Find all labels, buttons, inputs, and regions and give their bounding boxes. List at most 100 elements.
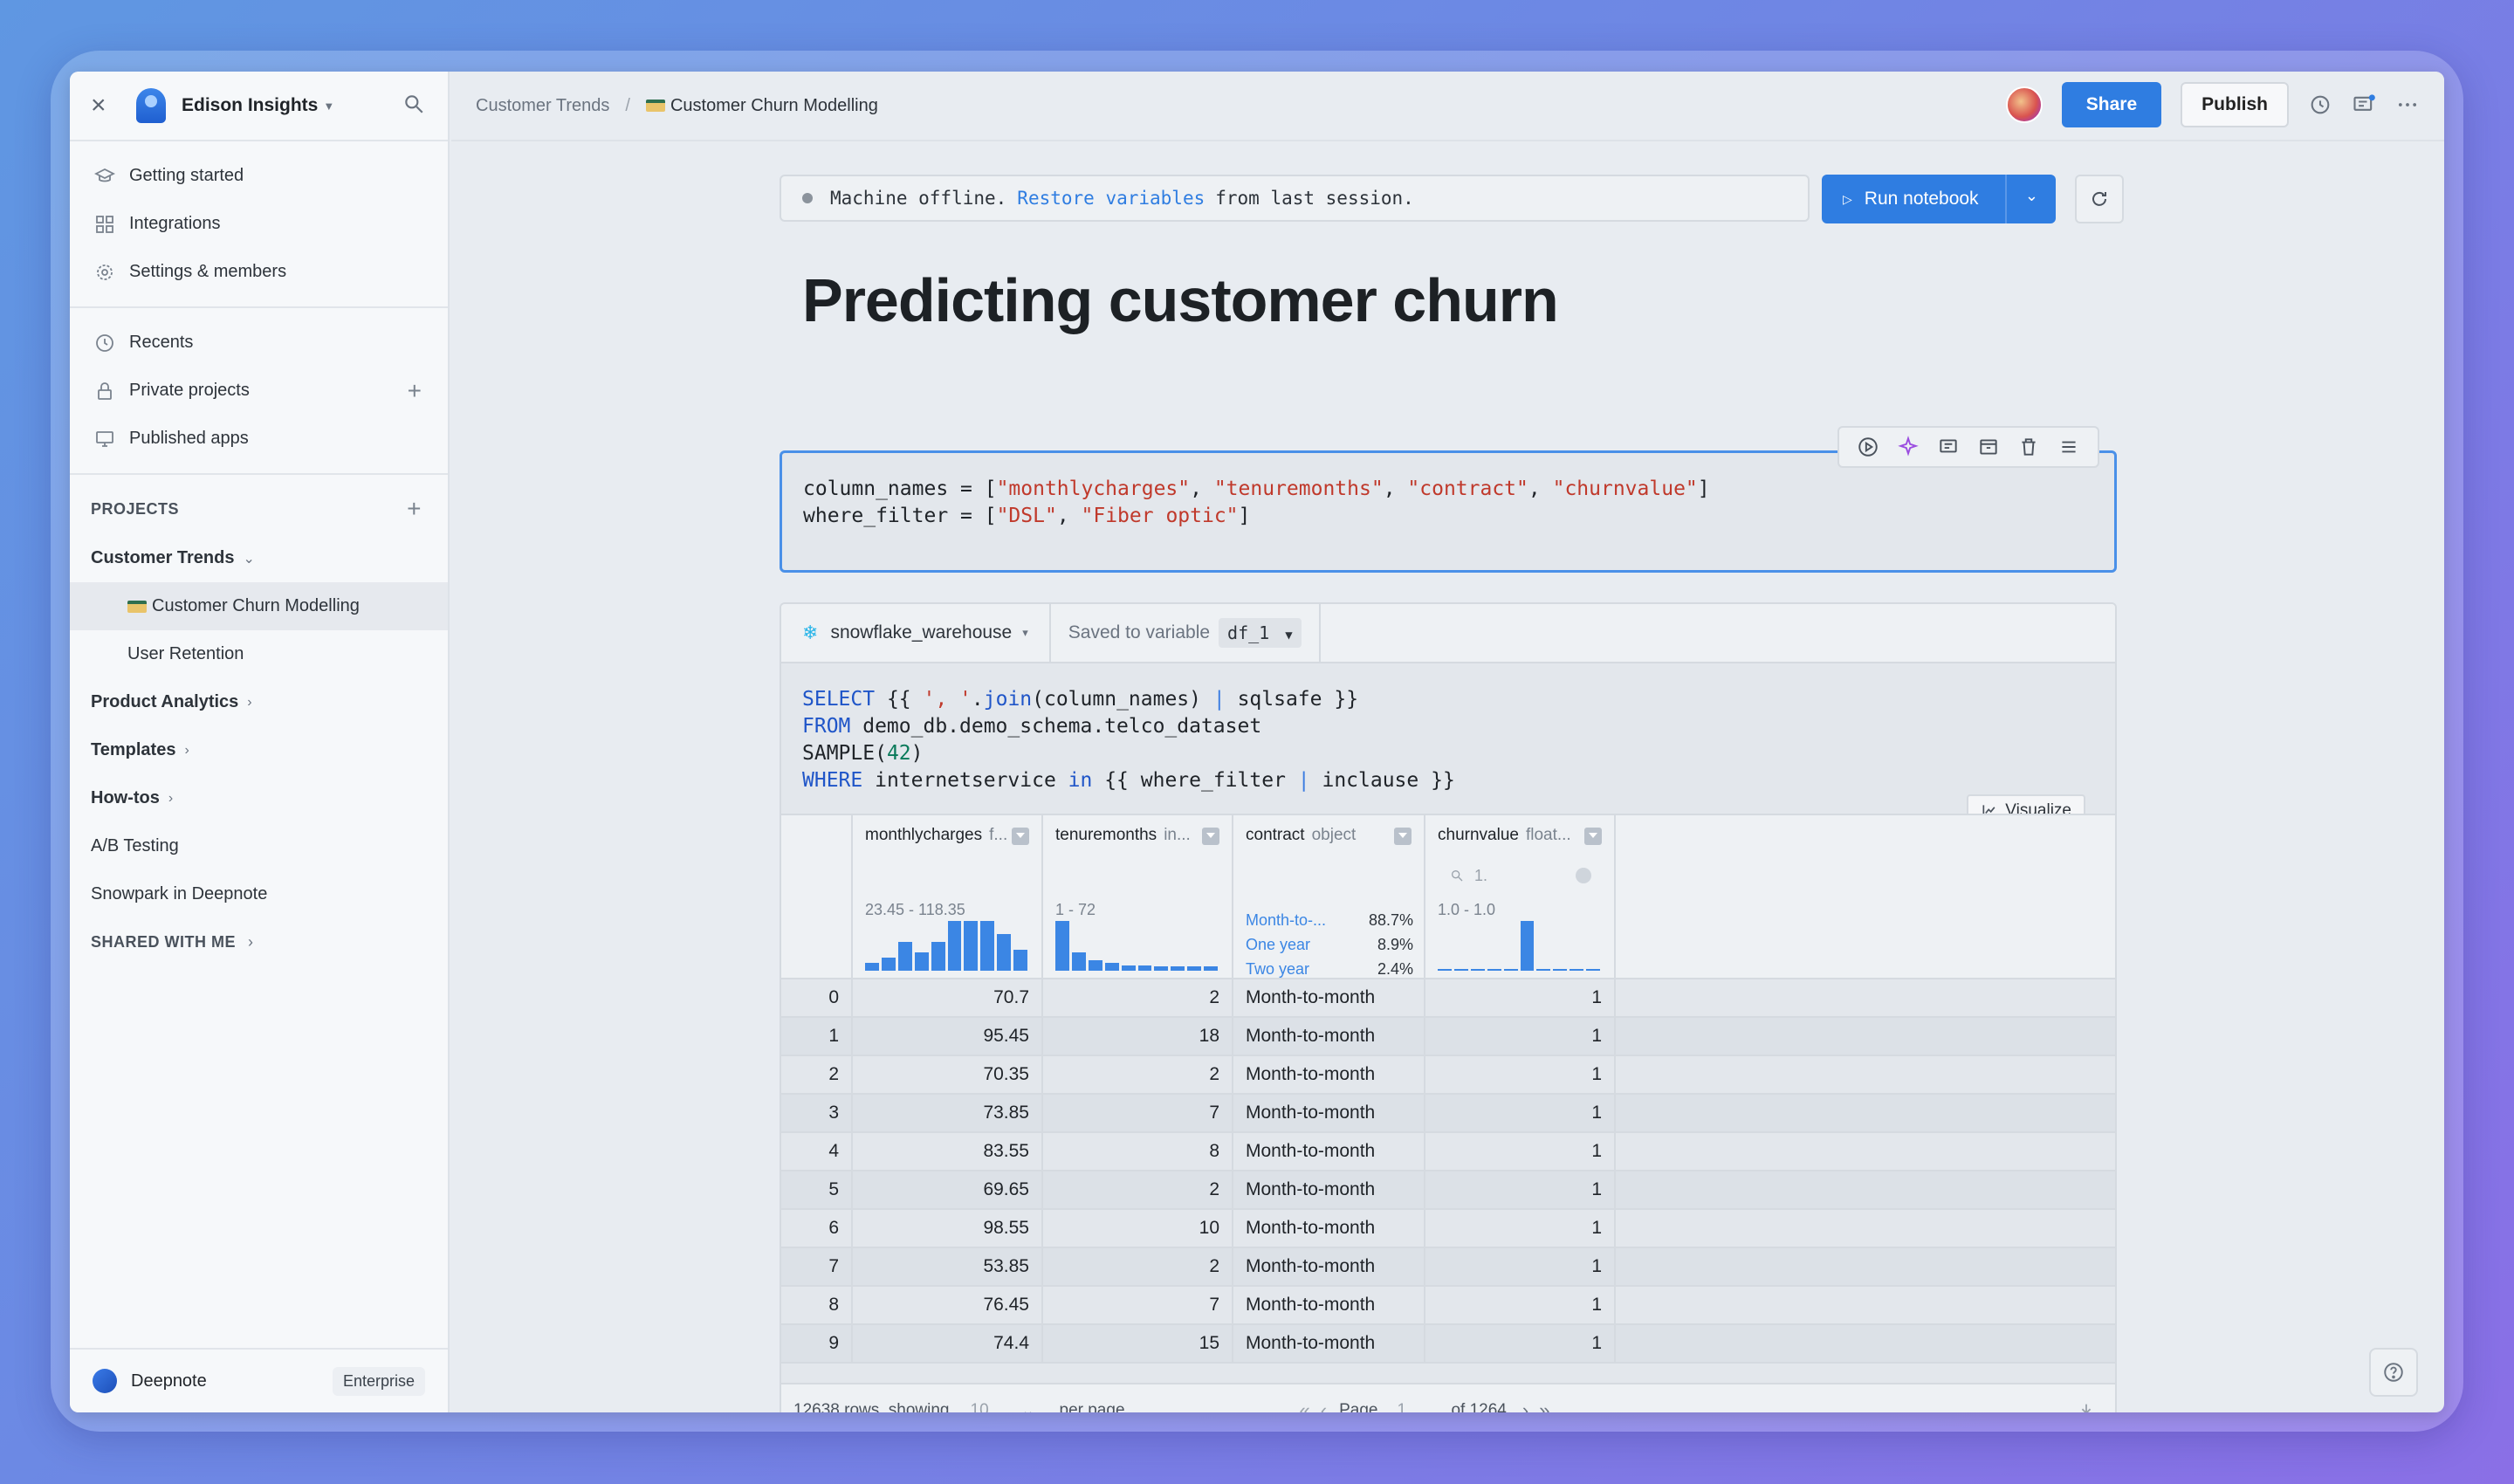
column-menu-icon[interactable] (1394, 828, 1412, 845)
column-header-tenuremonths[interactable]: tenuremonths in... 1 - 72 (1043, 815, 1233, 978)
sql-keyword: FROM (802, 715, 851, 738)
workspace-name[interactable]: Edison Insights (182, 95, 318, 116)
chevron-right-icon[interactable]: › (247, 695, 251, 711)
next-page-icon[interactable]: › (1522, 1399, 1528, 1412)
prev-page-icon[interactable]: ‹ (1321, 1399, 1327, 1412)
notebook-label: User Retention (127, 644, 244, 663)
chevron-down-icon[interactable]: ⌄ (2025, 187, 2038, 205)
column-header-monthlycharges[interactable]: monthlycharges f... 23.45 - 118.35 (853, 815, 1043, 978)
breadcrumb-parent[interactable]: Customer Trends (476, 96, 609, 116)
table-row[interactable]: 5 69.65 2 Month-to-month 1 (781, 1171, 2115, 1210)
sidebar-item-integrations[interactable]: Integrations (70, 200, 448, 248)
warehouse-selector[interactable]: ❄ snowflake_warehouse ▾ (781, 604, 1051, 662)
saved-variable-label: Saved to variable (1068, 622, 1211, 642)
sidebar-item-recents[interactable]: Recents (70, 319, 448, 367)
code-text: ] (1697, 477, 1710, 500)
shared-with-me[interactable]: SHARED WITH ME › (70, 918, 448, 966)
sidebar-item-settings[interactable]: Settings & members (70, 248, 448, 296)
table-row[interactable]: 9 74.4 15 Month-to-month 1 (781, 1325, 2115, 1364)
last-page-icon[interactable]: » (1539, 1399, 1549, 1412)
project-customer-trends[interactable]: Customer Trends ⌄ (70, 534, 448, 582)
column-filter-input[interactable]: 1. (1438, 861, 1604, 890)
download-icon[interactable] (2077, 1401, 2096, 1412)
chevron-right-icon[interactable]: › (168, 791, 173, 807)
ai-sparkle-icon[interactable] (1897, 436, 1920, 458)
table-row[interactable]: 3 73.85 7 Month-to-month 1 (781, 1095, 2115, 1133)
histogram-bar (997, 934, 1012, 971)
notebook-title[interactable]: Predicting customer churn (802, 265, 1559, 335)
column-title: contract (1246, 826, 1305, 844)
sql-pipe: | (1212, 688, 1226, 711)
code-string: "Fiber optic" (1081, 505, 1239, 527)
sidebar-item-published-apps[interactable]: Published apps (70, 415, 448, 463)
project-how-tos[interactable]: How-tos › (70, 774, 448, 822)
clear-filter-icon[interactable] (1576, 868, 1591, 883)
run-notebook-button[interactable]: ▷ Run notebook ⌄ (1822, 175, 2056, 223)
add-private-project-icon[interactable]: + (408, 377, 422, 405)
chevron-right-icon[interactable]: › (248, 933, 254, 952)
row-index: 2 (781, 1056, 853, 1093)
restore-variables-link[interactable]: Restore variables (1017, 188, 1205, 209)
search-icon[interactable] (402, 93, 425, 115)
comments-icon[interactable] (2352, 93, 2376, 117)
caret-down-icon[interactable]: ▼ (323, 100, 334, 113)
table-pager: 12638 rows, showing 10 ⌄ per page « ‹ Pag… (781, 1383, 2115, 1413)
column-menu-icon[interactable] (1202, 828, 1219, 845)
column-menu-icon[interactable] (1012, 828, 1029, 845)
sql-function: join (983, 688, 1033, 711)
table-row[interactable]: 4 83.55 8 Month-to-month 1 (781, 1133, 2115, 1171)
share-button[interactable]: Share (2061, 82, 2162, 127)
topbar: Customer Trends / Customer Churn Modelli… (451, 72, 2444, 141)
table-row[interactable]: 8 76.45 7 Month-to-month 1 (781, 1287, 2115, 1325)
project-templates[interactable]: Templates › (70, 726, 448, 774)
project-snowpark[interactable]: Snowpark in Deepnote (70, 870, 448, 918)
column-header-churnvalue[interactable]: churnvalue float... 1. 1.0 - 1.0 (1425, 815, 1616, 978)
code-string: "contract" (1407, 477, 1528, 500)
column-menu-icon[interactable] (1584, 828, 1602, 845)
plan-badge[interactable]: Enterprise (332, 1366, 425, 1396)
sql-editor[interactable]: SELECT {{ ', '.join(column_names) | sqls… (781, 663, 2115, 814)
app-window: × Edison Insights ▼ Getting started Inte… (70, 72, 2444, 1412)
sql-cell[interactable]: ❄ snowflake_warehouse ▾ Saved to variabl… (780, 602, 2117, 1412)
avatar[interactable] (2005, 86, 2043, 123)
table-header: monthlycharges f... 23.45 - 118.35 tenure… (781, 814, 2115, 979)
per-page-label: per page (1059, 1401, 1125, 1412)
chevron-right-icon[interactable]: › (184, 743, 189, 759)
refresh-button[interactable] (2075, 175, 2124, 223)
app-layout-icon[interactable] (1977, 436, 2000, 458)
comment-icon[interactable] (1937, 436, 1960, 458)
first-page-icon[interactable]: « (1300, 1399, 1310, 1412)
notebook-user-retention[interactable]: User Retention (70, 630, 448, 678)
column-header-contract[interactable]: contract object Month-to-... 88.7% One yea… (1233, 815, 1425, 978)
project-product-analytics[interactable]: Product Analytics › (70, 678, 448, 726)
close-icon[interactable]: × (91, 91, 117, 120)
table-row[interactable]: 1 95.45 18 Month-to-month 1 (781, 1018, 2115, 1056)
notebook-customer-churn-modelling[interactable]: Customer Churn Modelling (70, 582, 448, 630)
chevron-down-icon: ⌄ (1020, 1401, 1035, 1413)
chevron-down-icon[interactable]: ⌄ (243, 550, 254, 567)
variable-name-input[interactable]: df_1 ▼ (1219, 618, 1302, 648)
more-icon[interactable] (2395, 93, 2420, 117)
project-label: A/B Testing (91, 836, 179, 855)
publish-button[interactable]: Publish (2181, 82, 2289, 127)
help-button[interactable] (2369, 1348, 2418, 1397)
sidebar-item-private-projects[interactable]: Private projects + (70, 367, 448, 415)
per-page-select[interactable]: 10 ⌄ (971, 1401, 1035, 1413)
table-row[interactable]: 7 53.85 2 Month-to-month 1 (781, 1248, 2115, 1287)
run-cell-icon[interactable] (1857, 436, 1879, 458)
table-row[interactable]: 0 70.7 2 Month-to-month 1 (781, 979, 2115, 1018)
table-row[interactable]: 2 70.35 2 Month-to-month 1 (781, 1056, 2115, 1095)
table-body: 0 70.7 2 Month-to-month 1 1 95.45 18 Month-to-mo… (781, 979, 2115, 1364)
menu-icon[interactable] (2057, 436, 2080, 458)
table-row[interactable]: 6 98.55 10 Month-to-month 1 (781, 1210, 2115, 1248)
add-project-icon[interactable]: + (407, 495, 422, 523)
page-input[interactable]: 1 (1397, 1401, 1432, 1412)
delete-icon[interactable] (2017, 436, 2040, 458)
code-cell[interactable]: column_names = ["monthlycharges", "tenur… (780, 450, 2117, 573)
project-ab-testing[interactable]: A/B Testing (70, 822, 448, 870)
sql-text: {{ (886, 688, 924, 711)
breadcrumb-current[interactable]: Customer Churn Modelling (670, 96, 878, 116)
history-icon[interactable] (2308, 93, 2332, 117)
sidebar-item-getting-started[interactable]: Getting started (70, 152, 448, 200)
sql-keyword: in (1068, 769, 1093, 792)
